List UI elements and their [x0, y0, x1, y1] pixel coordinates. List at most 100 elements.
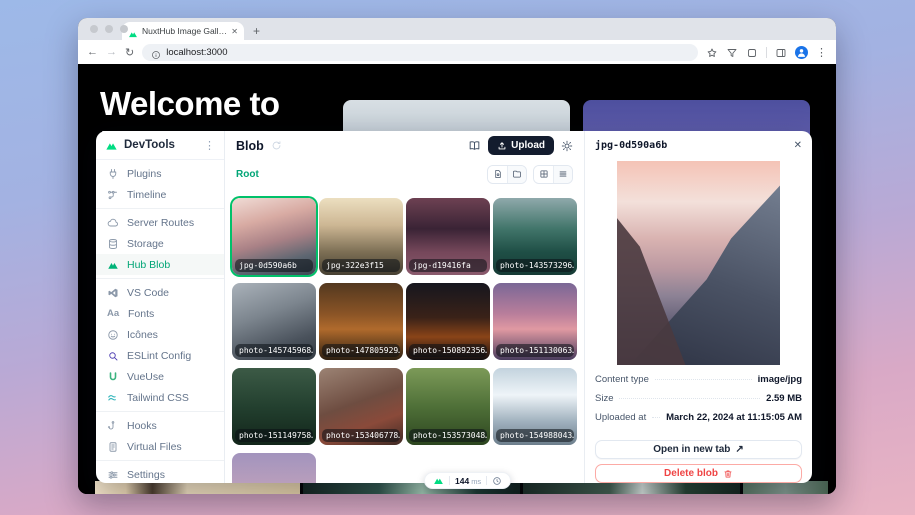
devtools-sidebar: DevTools ⋮ PluginsTimelineServer RoutesS…	[96, 131, 225, 483]
sidebar-item-ic-nes[interactable]: Icônes	[96, 324, 224, 345]
upload-button[interactable]: Upload	[488, 136, 554, 155]
delete-blob-button[interactable]: Delete blob	[595, 464, 802, 483]
sidebar-item-eslint-config[interactable]: ESLint Config	[96, 345, 224, 366]
forward-icon[interactable]: →	[106, 46, 117, 58]
theme-sun-icon[interactable]	[561, 140, 573, 152]
render-time: 144ms	[455, 476, 481, 486]
sidebar-section-divider	[96, 208, 224, 209]
blob-tile[interactable]: photo-151130063…	[493, 283, 577, 360]
detail-header: jpg-0d590a6b ✕	[585, 131, 812, 160]
bookmark-star-icon[interactable]	[706, 46, 718, 58]
side-panel-icon[interactable]	[775, 46, 787, 58]
sidebar-item-label: Hub Blob	[127, 259, 170, 271]
window-traffic-lights[interactable]	[90, 25, 128, 33]
refresh-icon[interactable]	[271, 140, 282, 151]
grid-view-button[interactable]	[534, 166, 553, 183]
blob-tile[interactable]: photo-153573048…	[406, 368, 490, 445]
extensions-icon[interactable]	[746, 46, 758, 58]
blob-tile-name: photo-154988043…	[496, 429, 574, 442]
reload-icon[interactable]: ↻	[125, 46, 134, 59]
browser-window: NuxtHub Image Gallery Starter ✕ + ← → ↻ …	[78, 18, 836, 494]
sidebar-item-tailwind-css[interactable]: Tailwind CSS	[96, 387, 224, 408]
blob-tile[interactable]: photo-143573296…	[493, 198, 577, 275]
browser-menu-icon[interactable]: ⋮	[816, 46, 827, 59]
blob-tile-name: photo-145745968…	[235, 344, 313, 357]
blob-preview-image	[617, 161, 780, 365]
sidebar-item-label: Plugins	[127, 168, 161, 180]
folders-filter-button[interactable]	[507, 166, 526, 183]
file-icon	[493, 169, 503, 179]
blob-tile[interactable]: photo-147805929…	[319, 283, 403, 360]
open-in-new-tab-button[interactable]: Open in new tab ↗	[595, 440, 802, 459]
sidebar-item-storage[interactable]: Storage	[96, 233, 224, 254]
sidebar-item-vueuse[interactable]: VueUse	[96, 366, 224, 387]
devtools-sidebar-header: DevTools ⋮	[96, 131, 224, 160]
blob-tile[interactable]: photo-150892356…	[406, 283, 490, 360]
sidebar-item-label: Fonts	[128, 308, 154, 320]
back-icon[interactable]: ←	[87, 46, 98, 58]
blob-header: Blob Upload	[225, 131, 584, 160]
profile-avatar[interactable]	[795, 46, 808, 59]
devtools-toggle-pill[interactable]: 144ms	[424, 472, 511, 489]
blob-tile-name: jpg-0d590a6b	[235, 259, 313, 272]
nuxt-favicon	[128, 26, 138, 36]
sidebar-section-divider	[96, 411, 224, 412]
tab-close-icon[interactable]: ✕	[231, 27, 238, 36]
blob-tile[interactable]	[232, 453, 316, 483]
blob-grid: jpg-0d590a6bjpg-322e3f15jpg-d19416faphot…	[225, 188, 584, 483]
new-tab-button[interactable]: +	[253, 22, 260, 40]
detail-filename: jpg-0d590a6b	[595, 140, 794, 151]
desktop-background: NuxtHub Image Gallery Starter ✕ + ← → ↻ …	[0, 0, 915, 515]
sidebar-item-hub-blob[interactable]: Hub Blob	[96, 254, 224, 275]
sidebar-item-virtual-files[interactable]: Virtual Files	[96, 436, 224, 457]
sidebar-item-settings[interactable]: Settings	[96, 464, 224, 483]
nuxt-logo-icon	[105, 139, 118, 152]
vueuse-icon	[107, 371, 119, 383]
docs-book-icon[interactable]	[468, 139, 481, 152]
sidebar-item-server-routes[interactable]: Server Routes	[96, 212, 224, 233]
site-info-icon[interactable]	[151, 47, 161, 57]
blob-main-panel: Blob Upload Root	[225, 131, 585, 483]
breadcrumb-root[interactable]: Root	[236, 169, 259, 180]
sidebar-item-label: ESLint Config	[127, 350, 191, 362]
blob-metadata: Content type image/jpg Size 2.59 MB Uplo…	[585, 365, 812, 431]
sidebar-item-hooks[interactable]: Hooks	[96, 415, 224, 436]
nuxt-pill-icon[interactable]	[433, 475, 444, 486]
sidebar-menu-icon[interactable]: ⋮	[204, 139, 215, 152]
tab-title: NuxtHub Image Gallery Starter	[142, 26, 227, 36]
upload-icon	[497, 141, 507, 151]
sidebar-item-timeline[interactable]: Timeline	[96, 184, 224, 205]
browser-tab[interactable]: NuxtHub Image Gallery Starter ✕	[122, 22, 244, 40]
clock-icon[interactable]	[492, 476, 502, 486]
database-icon	[107, 238, 119, 250]
sliders-icon	[107, 469, 119, 481]
external-link-icon: ↗	[735, 444, 743, 455]
blob-tile[interactable]: photo-153406778…	[319, 368, 403, 445]
blob-tile[interactable]: jpg-d19416fa	[406, 198, 490, 275]
list-view-button[interactable]	[553, 166, 572, 183]
files-filter-button[interactable]	[488, 166, 507, 183]
blob-tile[interactable]: photo-154988043…	[493, 368, 577, 445]
blob-tile-name: photo-151149758…	[235, 429, 313, 442]
blob-tile[interactable]: jpg-322e3f15	[319, 198, 403, 275]
sidebar-item-label: Settings	[127, 469, 165, 481]
sidebar-item-plugins[interactable]: Plugins	[96, 163, 224, 184]
sidebar-item-fonts[interactable]: AaFonts	[96, 303, 224, 324]
blob-tile[interactable]: photo-151149758…	[232, 368, 316, 445]
sidebar-item-label: Tailwind CSS	[127, 392, 189, 404]
sidebar-item-label: Icônes	[127, 329, 158, 341]
sidebar-section-divider	[96, 278, 224, 279]
address-bar[interactable]: localhost:3000	[142, 44, 698, 61]
funnel-icon[interactable]	[726, 46, 738, 58]
magnifier-icon	[107, 350, 119, 362]
blob-tile-selected[interactable]: jpg-0d590a6b	[232, 198, 316, 275]
blob-tile-name: jpg-322e3f15	[322, 259, 400, 272]
meta-row: Size 2.59 MB	[595, 393, 802, 412]
webpage-content: Welcome to image gallery DevTools ⋮ Plug…	[78, 64, 836, 494]
sidebar-nav: Plugins Timeline Server RoutesStorage Hub B…	[96, 160, 224, 483]
sidebar-item-vs-code[interactable]: VS Code	[96, 282, 224, 303]
close-icon[interactable]: ✕	[794, 140, 802, 151]
blob-subbar: Root	[225, 160, 584, 188]
nuxt-icon	[107, 259, 119, 271]
blob-tile[interactable]: photo-145745968…	[232, 283, 316, 360]
